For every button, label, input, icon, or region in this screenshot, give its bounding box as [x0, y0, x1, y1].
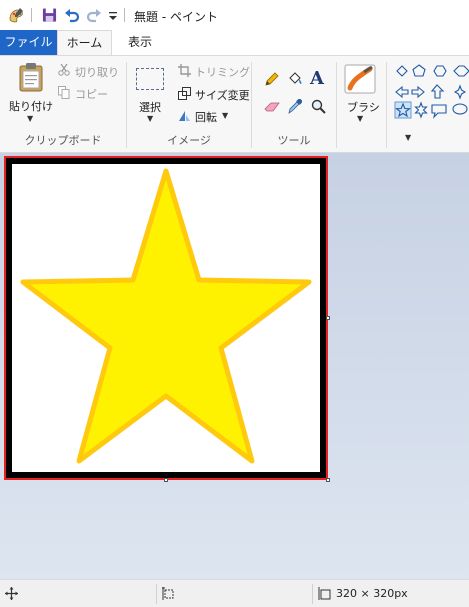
fill-bucket-icon[interactable] [287, 71, 303, 87]
selection-size-icon [162, 587, 174, 600]
four-point-star-shape-icon [453, 84, 467, 100]
ribbon-tabs: ファイル ホーム 表示 [0, 30, 469, 55]
eraser-icon[interactable] [264, 101, 280, 113]
left-arrow-shape-icon [395, 85, 409, 99]
resize-icon[interactable] [178, 87, 191, 100]
tab-view[interactable]: 表示 [116, 30, 164, 55]
copy-label[interactable]: コピー [75, 86, 108, 102]
paste-icon[interactable] [17, 62, 45, 92]
cut-label[interactable]: 切り取り [75, 64, 119, 80]
undo-icon[interactable] [64, 7, 80, 23]
select-icon[interactable] [136, 68, 164, 90]
tab-file[interactable]: ファイル [0, 30, 57, 55]
select-dropdown-icon[interactable]: ▼ [147, 114, 153, 123]
redo-icon[interactable] [86, 7, 102, 23]
status-separator [156, 584, 157, 604]
magnifier-icon[interactable] [311, 99, 326, 114]
resize-label[interactable]: サイズ変更 [195, 87, 250, 103]
paint-app-icon [9, 8, 23, 23]
clipboard-group-label: クリップボード [24, 134, 102, 147]
brushes-icon[interactable] [344, 64, 376, 94]
hexagon-shape-icon [433, 65, 447, 77]
window-title: 無題 - ペイント [134, 10, 218, 24]
text-tool-icon[interactable]: A [310, 68, 324, 89]
cursor-position-icon [5, 587, 18, 600]
title-bar: 無題 - ペイント [0, 0, 469, 30]
pencil-icon[interactable] [264, 72, 279, 87]
save-icon[interactable] [42, 7, 57, 23]
right-arrow-shape-icon [411, 85, 425, 99]
qa-separator [31, 8, 32, 22]
customize-quick-access-icon[interactable] [108, 7, 118, 23]
tab-home[interactable]: ホーム [57, 30, 112, 55]
shape-icon [453, 65, 469, 77]
six-point-star-shape-icon [414, 101, 428, 119]
up-arrow-shape-icon [430, 84, 445, 99]
crop-icon[interactable] [178, 64, 191, 77]
canvas-size-text: 320 × 320px [336, 587, 408, 600]
canvas-selection-border [4, 156, 328, 480]
callout-shape-icon [431, 104, 447, 119]
qa-separator [124, 8, 125, 22]
paste-label[interactable]: 貼り付け [9, 98, 53, 114]
canvas-size-icon [318, 587, 331, 600]
copy-icon[interactable] [58, 86, 70, 99]
rotate-icon[interactable] [178, 109, 191, 122]
status-separator [312, 584, 313, 604]
resize-handle-right[interactable] [326, 316, 330, 320]
image-group-label: イメージ [167, 134, 211, 147]
cut-icon[interactable] [58, 64, 70, 76]
diamond-shape-icon [396, 65, 408, 77]
status-bar: 320 × 320px [0, 579, 469, 607]
brushes-dropdown-icon[interactable]: ▼ [357, 114, 363, 123]
tools-group-label: ツール [277, 134, 311, 147]
select-label[interactable]: 選択 [139, 99, 161, 115]
ribbon-separator [336, 62, 337, 148]
ribbon-separator [386, 62, 387, 148]
oval-callout-shape-icon [452, 103, 468, 115]
paste-dropdown-icon[interactable]: ▼ [27, 114, 33, 123]
crop-label[interactable]: トリミング [195, 64, 250, 80]
color-picker-icon[interactable] [288, 99, 302, 114]
brushes-label[interactable]: ブラシ [347, 99, 380, 115]
shapes-gallery[interactable] [394, 62, 469, 124]
rotate-dropdown-icon[interactable]: ▼ [222, 111, 228, 120]
pentagon-shape-icon [412, 64, 426, 77]
ribbon: 貼り付け ▼ 切り取り コピー クリップボード 選択 ▼ トリミング サイズ変更… [0, 55, 469, 153]
resize-handle-corner[interactable] [326, 478, 330, 482]
resize-handle-bottom[interactable] [164, 478, 168, 482]
shapes-dropdown-icon[interactable]: ▼ [405, 133, 411, 142]
rotate-label[interactable]: 回転 [195, 109, 217, 125]
